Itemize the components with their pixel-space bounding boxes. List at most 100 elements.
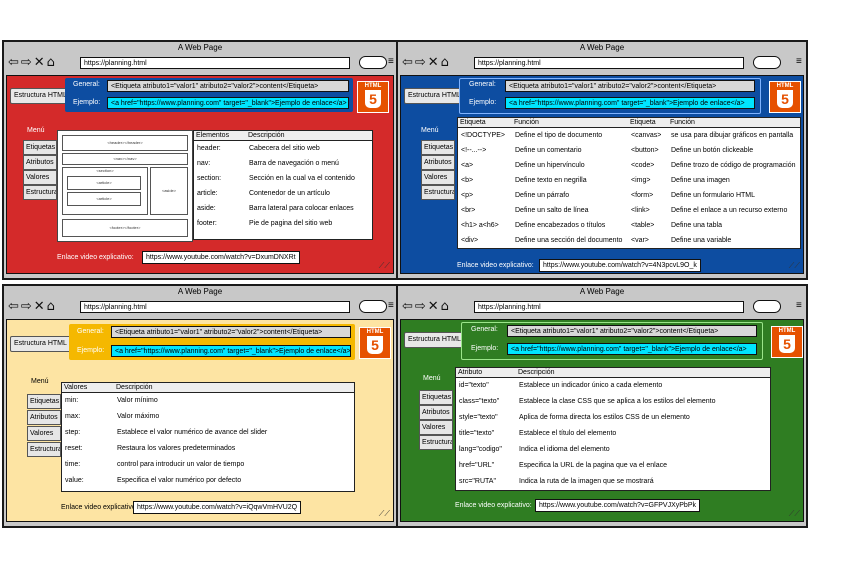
cell: Define un párrafo: [515, 191, 570, 199]
menu-item-atributos[interactable]: Atributos: [23, 155, 57, 170]
table-row: max: Valor máximo: [62, 409, 354, 425]
cell: Define una tabla: [671, 221, 722, 229]
menu-item-atributos[interactable]: Atributos: [421, 155, 455, 170]
menu-item-estructura[interactable]: Estructura: [27, 442, 61, 457]
table-row: <div> Define una sección del documento <va…: [458, 233, 800, 248]
structure-button[interactable]: Estructura HTML: [10, 88, 71, 104]
menu-item-etiquetas[interactable]: Etiquetas: [23, 140, 57, 155]
cell: Establece el título del elemento: [519, 430, 617, 437]
menu-item-estructura[interactable]: Estructura: [419, 435, 453, 450]
search-icon[interactable]: [753, 300, 781, 313]
cell: <link>: [631, 206, 650, 214]
cell: Define un hipervínculo: [515, 161, 585, 169]
browser-window-tags: A Web Page ⇦⇨✕⌂ https://planning.html ≡ …: [396, 40, 808, 280]
table-row: section: Sección en la cual va el conteni…: [194, 171, 372, 186]
cell: style="texto": [459, 414, 498, 421]
example-label: Ejemplo:: [469, 99, 497, 106]
structure-button[interactable]: Estructura HTML: [10, 336, 71, 352]
video-link[interactable]: https://www.youtube.com/watch?v=iQqwVmHV…: [133, 501, 302, 514]
video-label: Enlace video explicativo:: [457, 262, 534, 269]
video-link[interactable]: https://www.youtube.com/watch?v=GFPVJXyP…: [535, 499, 700, 512]
menu-item-valores[interactable]: Valores: [421, 170, 455, 185]
search-icon[interactable]: [753, 56, 781, 69]
nav-icons[interactable]: ⇦⇨✕⌂: [402, 299, 451, 314]
video-link[interactable]: https://www.youtube.com/watch?v=DxumDNXR…: [142, 251, 300, 264]
address-bar[interactable]: https://planning.html: [80, 301, 350, 313]
nav-icons[interactable]: ⇦⇨✕⌂: [8, 55, 57, 70]
window-title: A Web Page: [177, 43, 223, 52]
example-code: <a href="https://www.planning.com" targe…: [111, 345, 351, 357]
structure-button[interactable]: Estructura HTML: [404, 332, 465, 348]
menu-item-valores[interactable]: Valores: [419, 420, 453, 435]
nav-bar: ⇦⇨✕⌂ https://planning.html ≡: [4, 53, 396, 75]
resize-grip-icon[interactable]: ⟋⟋: [379, 509, 390, 519]
cell: Sección en la cual va el contenido: [249, 174, 355, 182]
table-row: title="texto" Establece el título del ele…: [456, 426, 770, 442]
search-icon[interactable]: [359, 56, 387, 69]
page-content: Estructura HTML General: <Etiqueta atrib…: [6, 319, 394, 522]
cell: <a>: [461, 161, 474, 169]
cell: Define texto en negrilla: [515, 176, 587, 184]
menu-item-atributos[interactable]: Atributos: [419, 405, 453, 420]
table-row: nav: Barra de navegación o menú: [194, 156, 372, 171]
general-label: General:: [469, 81, 496, 88]
menu-item-atributos[interactable]: Atributos: [27, 410, 61, 425]
menu-item-valores[interactable]: Valores: [27, 426, 61, 441]
address-bar[interactable]: https://planning.html: [474, 57, 744, 69]
cell: <div>: [461, 236, 479, 244]
menu-icon[interactable]: ≡: [796, 57, 802, 67]
search-icon[interactable]: [359, 300, 387, 313]
html5-number: 5: [367, 336, 383, 354]
diagram-section: <section> <article> <article>: [62, 167, 148, 215]
resize-grip-icon[interactable]: ⟋⟋: [379, 261, 390, 271]
menu-item-estructura[interactable]: Estructura: [23, 185, 57, 200]
cell: Establece el valor numérico de avance de…: [117, 429, 268, 436]
cell: Especifica la URL de la pagina que va el…: [519, 462, 668, 469]
diagram-article-2: <article>: [67, 192, 141, 206]
cell: title="texto": [459, 430, 495, 437]
resize-grip-icon[interactable]: ⟋⟋: [789, 509, 800, 519]
address-bar[interactable]: https://planning.html: [80, 57, 350, 69]
table-row: footer: Pie de pagina del sitio web: [194, 216, 372, 231]
table-row: article: Contenedor de un artículo: [194, 186, 372, 201]
nav-icons[interactable]: ⇦⇨✕⌂: [8, 299, 57, 314]
page-content: Estructura HTML General: <Etiqueta atrib…: [6, 75, 394, 274]
menu-item-valores[interactable]: Valores: [23, 170, 57, 185]
cell: <!--...-->: [461, 146, 487, 154]
table-row: value: Especifica el valor numérico por d…: [62, 473, 354, 489]
cell: nav:: [197, 159, 211, 167]
menu-item-etiquetas[interactable]: Etiquetas: [27, 394, 61, 409]
cell: Restaura los valores predeterminados: [117, 445, 236, 452]
menu-title: Menú: [423, 375, 441, 382]
example-code: <a href="https://www.planning.com" targe…: [505, 97, 755, 109]
cell: id="texto": [459, 382, 489, 390]
menu-item-etiquetas[interactable]: Etiquetas: [421, 140, 455, 155]
menu-icon[interactable]: ≡: [388, 57, 394, 67]
menu-item-etiquetas[interactable]: Etiquetas: [419, 390, 453, 405]
address-bar[interactable]: https://planning.html: [474, 301, 744, 313]
cell: Define trozo de código de programación: [671, 161, 796, 169]
table-row: <h1> a<h6> Define encabezados o títulos <t…: [458, 218, 800, 233]
cell: article:: [197, 189, 218, 197]
values-table: Valores Descripción min: Valor mínimo max:…: [61, 382, 355, 492]
cell: footer:: [197, 219, 217, 227]
table-row: time: control para introducir un valor de…: [62, 457, 354, 473]
table-row: <a> Define un hipervínculo <code> Define tr…: [458, 158, 800, 173]
cell: <b>: [461, 176, 474, 184]
table-row: lang="codigo" Indica el idioma del elemen…: [456, 442, 770, 458]
nav-bar: ⇦⇨✕⌂ https://planning.html ≡: [398, 297, 806, 319]
video-label: Enlace video explicativo:: [455, 502, 532, 509]
resize-grip-icon[interactable]: ⟋⟋: [789, 261, 800, 271]
cell: Define una imagen: [671, 176, 730, 184]
structure-button[interactable]: Estructura HTML: [404, 88, 465, 104]
browser-window-structure: A Web Page ⇦⇨✕⌂ https://planning.html ≡ …: [2, 40, 398, 280]
menu-icon[interactable]: ≡: [796, 301, 802, 311]
nav-icons[interactable]: ⇦⇨✕⌂: [402, 55, 451, 70]
window-title: A Web Page: [579, 43, 625, 52]
video-link[interactable]: https://www.youtube.com/watch?v=4N3pcvL9…: [539, 259, 701, 272]
menu-icon[interactable]: ≡: [388, 301, 394, 311]
cell: <canvas>: [631, 131, 662, 139]
menu-item-estructura[interactable]: Estructura: [421, 185, 455, 200]
html5-logo: HTML 5: [769, 81, 801, 113]
example-label: Ejemplo:: [73, 99, 101, 106]
